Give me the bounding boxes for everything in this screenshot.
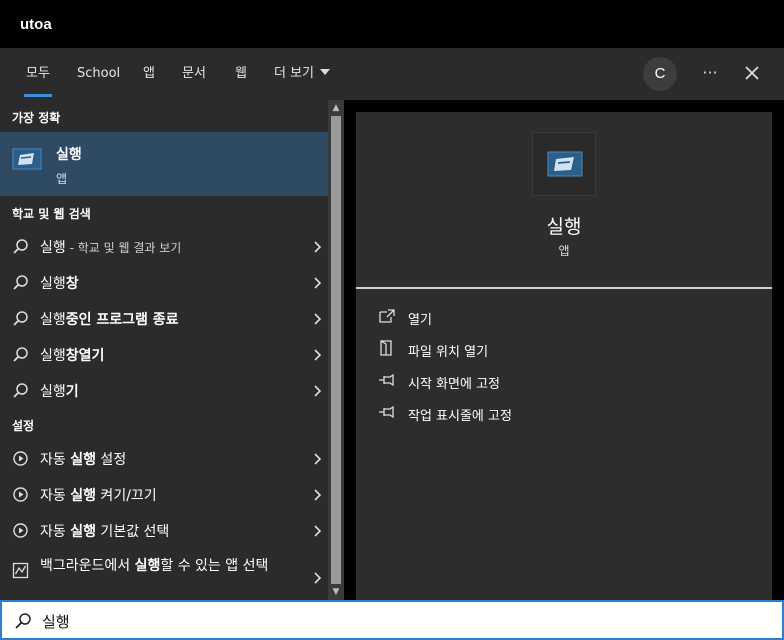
result-label-suffix: 기본값 선택 [95, 524, 170, 540]
autoplay-settings-icon [13, 523, 28, 538]
chevron-right-icon [314, 313, 322, 325]
result-label-suffix: - 학교 및 웹 결과 보기 [65, 241, 182, 255]
chevron-right-icon [314, 489, 322, 501]
autoplay-settings-icon [13, 487, 28, 502]
best-match-result[interactable]: 실행 앱 [0, 132, 328, 196]
tab-school[interactable]: School [77, 64, 120, 84]
action-label: 작업 표시줄에 고정 [408, 409, 512, 424]
section-heading-settings: 설정 [12, 419, 35, 433]
close-button[interactable] [740, 60, 764, 86]
search-icon [13, 275, 28, 290]
results-list: 가장 정확 실행 앱 학교 및 웹 검색 실행 - 학교 및 웹 결과 보기 실… [0, 100, 328, 600]
search-box[interactable]: 실행 [0, 600, 784, 640]
pin-icon [379, 405, 394, 419]
action-label: 시작 화면에 고정 [408, 377, 500, 392]
title-bar: utoa [0, 0, 784, 48]
result-label-prefix: 자동 [40, 452, 71, 468]
search-icon [13, 383, 28, 398]
result-label-prefix: 자동 [40, 524, 71, 540]
settings-result[interactable]: 백그라운드에서 실행할 수 있는 앱 선택 [0, 552, 328, 600]
tab-more[interactable]: 더 보기 [274, 64, 331, 84]
results-scrollbar[interactable]: ▲ ▼ [328, 100, 344, 600]
app-preview-icon-frame [532, 132, 596, 196]
web-search-result[interactable]: 실행 - 학교 및 웹 결과 보기 [0, 228, 328, 264]
search-icon [13, 347, 28, 362]
search-icon [13, 239, 28, 254]
autoplay-settings-icon [13, 451, 28, 466]
settings-result[interactable]: 자동 실행 설정 [0, 440, 328, 476]
result-label-suffix: 켜기/끄기 [95, 488, 157, 504]
chevron-right-icon [314, 525, 322, 537]
result-label-bold: 실행 [70, 452, 96, 468]
section-heading-best-match: 가장 정확 [12, 111, 61, 125]
chevron-right-icon [314, 572, 322, 584]
result-label-bold: 창 [65, 276, 79, 292]
result-label-prefix: 실행 [40, 348, 66, 364]
action-label: 파일 위치 열기 [408, 345, 489, 360]
result-label-bold: 창열기 [65, 348, 105, 364]
scroll-down-icon[interactable]: ▼ [331, 587, 341, 597]
chevron-down-icon [320, 69, 331, 75]
run-app-icon [12, 148, 42, 170]
chevron-right-icon [314, 277, 322, 289]
pin-icon [379, 373, 394, 387]
result-label-prefix: 백그라운드에서 [40, 558, 135, 574]
tab-more-label: 더 보기 [274, 66, 315, 81]
web-search-result[interactable]: 실행중인 프로그램 종료 [0, 300, 328, 336]
section-heading-web-search: 학교 및 웹 검색 [12, 207, 91, 221]
chevron-right-icon [314, 453, 322, 465]
tab-all[interactable]: 모두 [24, 64, 52, 97]
search-input[interactable]: 실행 [42, 611, 70, 632]
chevron-right-icon [314, 385, 322, 397]
result-label-prefix: 자동 [40, 488, 71, 504]
run-app-icon [547, 151, 583, 177]
web-search-result[interactable]: 실행창 [0, 264, 328, 300]
result-label-bold: 실행 [134, 558, 161, 574]
action-open-file-location[interactable]: 파일 위치 열기 [378, 338, 758, 362]
result-label-bold: 중인 프로그램 종료 [65, 312, 179, 328]
result-label-bold: 실행 [70, 488, 96, 504]
action-pin-to-taskbar[interactable]: 작업 표시줄에 고정 [378, 402, 758, 426]
settings-result[interactable]: 자동 실행 기본값 선택 [0, 512, 328, 548]
result-label-prefix: 실행 [40, 240, 66, 256]
scrollbar-thumb[interactable] [331, 116, 341, 584]
file-location-icon [380, 340, 392, 356]
result-label-bold: 기 [65, 384, 79, 400]
settings-result[interactable]: 자동 실행 켜기/끄기 [0, 476, 328, 512]
web-search-result[interactable]: 실행창열기 [0, 336, 328, 372]
result-label-suffix: 설정 [95, 452, 127, 468]
best-match-type: 앱 [56, 172, 68, 186]
result-label-prefix: 실행 [40, 276, 66, 292]
best-match-name: 실행 [56, 147, 82, 163]
more-options-button[interactable]: ··· [698, 60, 722, 86]
result-label-suffix: 할 수 있는 앱 선택 [160, 558, 269, 574]
action-open[interactable]: 열기 [378, 306, 758, 330]
search-icon [13, 311, 28, 326]
tab-web[interactable]: 웹 [235, 64, 247, 84]
scroll-up-icon[interactable]: ▲ [331, 103, 341, 113]
account-avatar[interactable]: C [643, 57, 677, 91]
chevron-right-icon [314, 349, 322, 361]
preview-panel: 실행 앱 열기 파일 위치 열기 시작 화면에 고정 작업 표시줄에 고정 [356, 112, 772, 600]
chevron-right-icon [314, 241, 322, 253]
preview-divider [356, 287, 772, 289]
action-pin-to-start[interactable]: 시작 화면에 고정 [378, 370, 758, 394]
open-icon [379, 309, 395, 323]
close-icon [745, 66, 759, 80]
result-label-prefix: 실행 [40, 312, 66, 328]
tab-apps[interactable]: 앱 [143, 64, 155, 84]
tab-documents[interactable]: 문서 [182, 64, 206, 84]
search-icon [15, 613, 31, 629]
background-apps-icon [12, 562, 29, 579]
result-label-bold: 실행 [70, 524, 96, 540]
preview-app-type: 앱 [558, 244, 570, 258]
window-title: utoa [20, 16, 52, 33]
result-label-prefix: 실행 [40, 384, 66, 400]
action-label: 열기 [408, 313, 432, 328]
preview-app-name: 실행 [546, 216, 582, 238]
web-search-result[interactable]: 실행기 [0, 372, 328, 408]
